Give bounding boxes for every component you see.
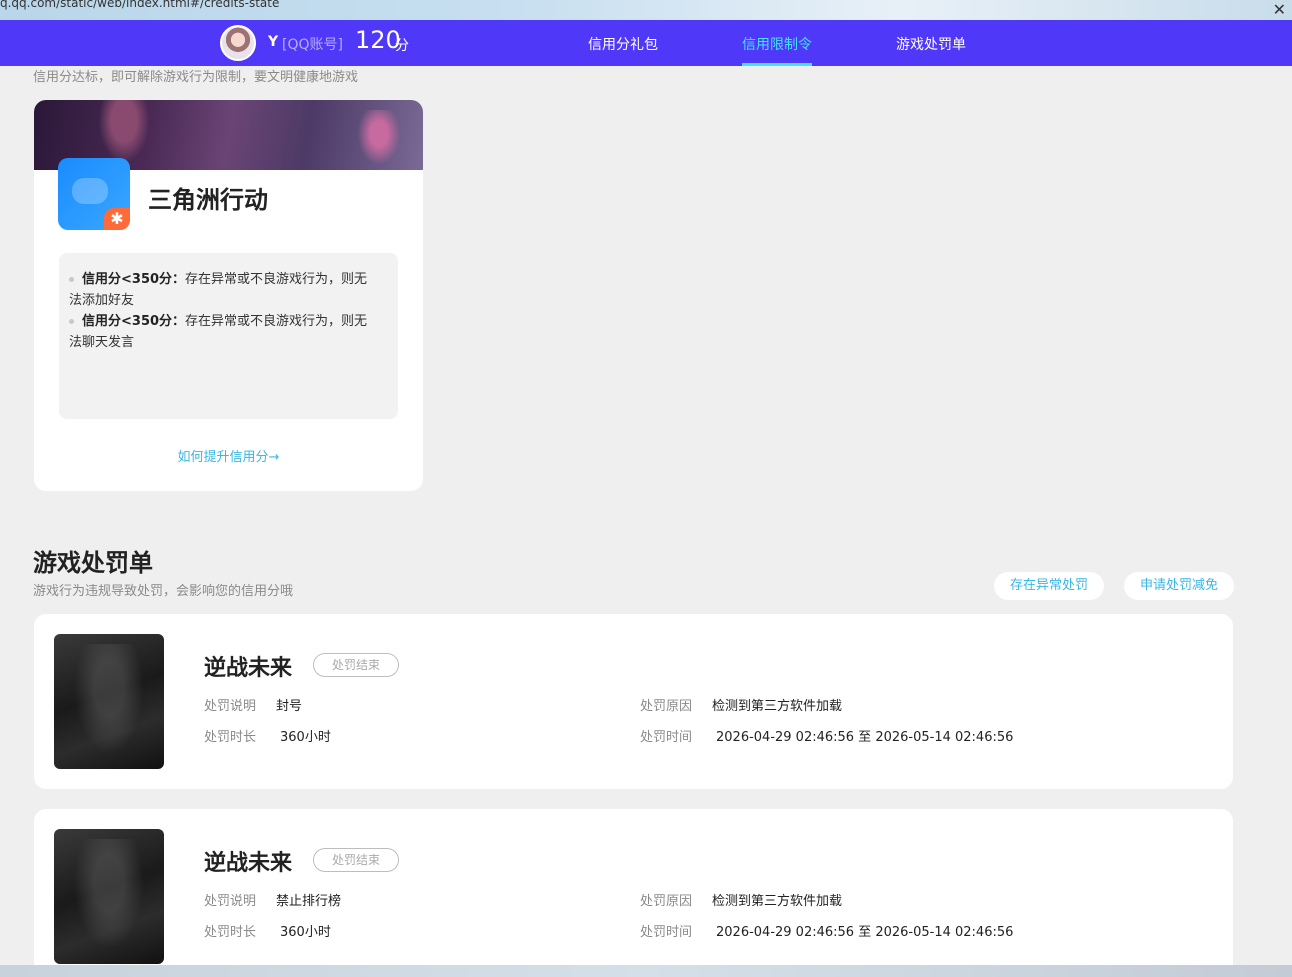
reason-value: 检测到第三方软件加载: [712, 699, 843, 714]
time-label: 处罚时间: [640, 925, 693, 940]
reason-value: 检测到第三方软件加载: [712, 894, 843, 909]
game-thumbnail: [54, 829, 164, 964]
status-badge: 处罚结束: [313, 848, 399, 872]
duration-value: 360小时: [280, 925, 331, 940]
restriction-card: ✱ 三角洲行动 信用分<350分：存在异常或不良游戏行为，则无法添加好友 信用分…: [34, 100, 423, 491]
game-thumbnail: [54, 634, 164, 769]
duration-label: 处罚时长: [204, 925, 257, 940]
penalty-section-title: 游戏处罚单: [33, 549, 153, 577]
reason-label: 处罚原因: [640, 699, 693, 714]
browser-address-strip: q.qq.com/static/web/index.html#/credits-…: [0, 0, 1292, 20]
bullet-icon: [69, 277, 74, 282]
star-icon: ✱: [104, 208, 130, 230]
desc-value: 禁止排行榜: [276, 894, 342, 909]
url-text[interactable]: q.qq.com/static/web/index.html#/credits-…: [0, 0, 279, 10]
penalty-subtitle: 游戏行为违规导致处罚，会影响您的信用分哦: [33, 584, 294, 599]
tab-game-penalty[interactable]: 游戏处罚单: [896, 34, 966, 54]
desc-value: 封号: [276, 699, 303, 714]
game-icon: ✱: [58, 158, 130, 230]
time-value: 2026-04-29 02:46:56 至 2026-05-14 02:46:5…: [716, 730, 1014, 745]
avatar[interactable]: [220, 25, 256, 61]
game-title: 三角洲行动: [148, 186, 268, 214]
user-name: Y: [268, 34, 279, 50]
rule-item: 信用分<350分：存在异常或不良游戏行为，则无法添加好友: [69, 272, 368, 308]
restriction-subtitle: 信用分达标，即可解除游戏行为限制，要文明健康地游戏: [33, 70, 359, 85]
time-label: 处罚时间: [640, 730, 693, 745]
desc-label: 处罚说明: [204, 894, 257, 909]
score-unit: 分: [395, 38, 409, 54]
penalty-game-title: 逆战未来: [204, 656, 293, 681]
duration-label: 处罚时长: [204, 730, 257, 745]
desc-label: 处罚说明: [204, 699, 257, 714]
bullet-icon: [69, 319, 74, 324]
rule-item: 信用分<350分：存在异常或不良游戏行为，则无法聊天发言: [69, 314, 368, 350]
rules-box: 信用分<350分：存在异常或不良游戏行为，则无法添加好友 信用分<350分：存在…: [59, 253, 398, 419]
improve-credit-link[interactable]: 如何提升信用分→: [34, 446, 423, 465]
active-tab-underline: [742, 63, 812, 66]
status-badge: 处罚结束: [313, 653, 399, 677]
credit-score: 120: [355, 26, 401, 54]
time-value: 2026-04-29 02:46:56 至 2026-05-14 02:46:5…: [716, 925, 1014, 940]
tab-credit-restriction[interactable]: 信用限制令: [742, 34, 812, 54]
penalty-card: 逆战未来 处罚结束 处罚说明 封号 处罚时长 360小时 处罚原因 检测到第三方…: [34, 614, 1233, 789]
penalty-game-title: 逆战未来: [204, 851, 293, 876]
abnormal-penalty-button[interactable]: 存在异常处罚: [994, 572, 1104, 600]
reason-label: 处罚原因: [640, 894, 693, 909]
account-tag: [QQ账号]: [282, 37, 343, 53]
penalty-card: 逆战未来 处罚结束 处罚说明 禁止排行榜 处罚时长 360小时 处罚原因 检测到…: [34, 809, 1233, 977]
window-bottom-edge: [0, 965, 1292, 977]
appeal-penalty-button[interactable]: 申请处罚减免: [1124, 572, 1234, 600]
top-nav-bar: Y [QQ账号] 120 分 信用分礼包 信用限制令 游戏处罚单: [0, 20, 1292, 66]
tab-credit-gift[interactable]: 信用分礼包: [588, 34, 658, 54]
close-icon[interactable]: ✕: [1273, 0, 1286, 19]
duration-value: 360小时: [280, 730, 331, 745]
